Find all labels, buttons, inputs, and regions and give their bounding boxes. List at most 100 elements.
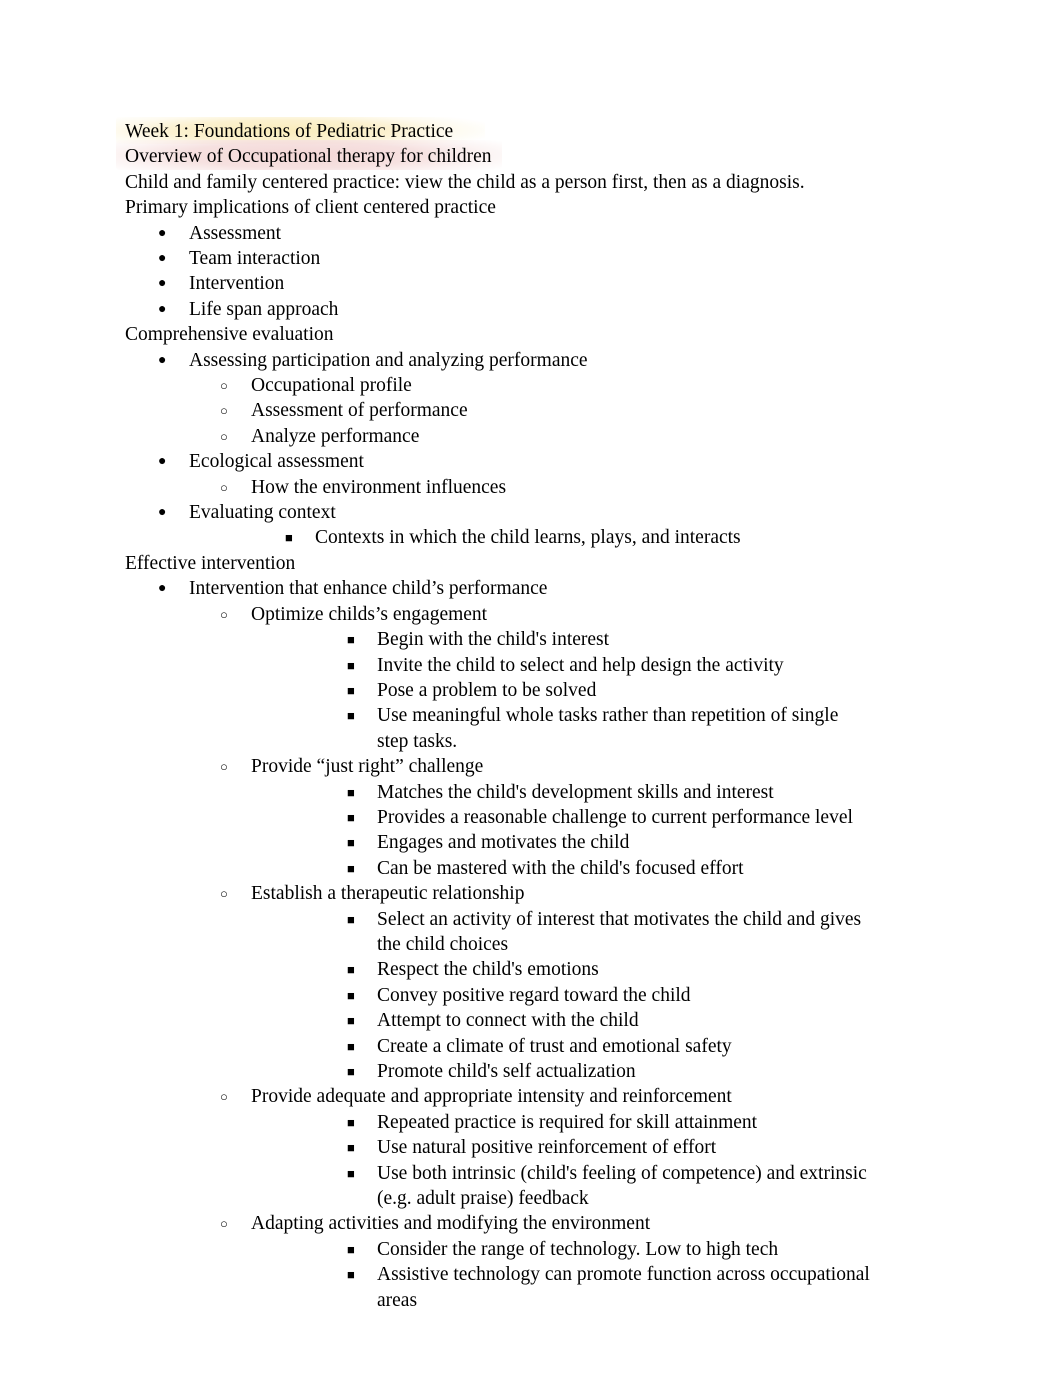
square-bullet-icon: ■ xyxy=(347,1013,355,1029)
comprehensive-evaluation-list: ● Assessing participation and analyzing … xyxy=(125,348,870,551)
list-item: ● Life span approach xyxy=(125,297,870,322)
list-item-label: Contexts in which the child learns, play… xyxy=(315,527,741,549)
circle-bullet-icon: ○ xyxy=(220,606,228,622)
list-item: ■ Matches the child's development skills… xyxy=(314,780,870,805)
list-item-label: Pose a problem to be solved xyxy=(377,679,597,701)
list-item: ○ Adapting activities and modifying the … xyxy=(188,1211,870,1313)
list-item: ■ Engages and motivates the child xyxy=(314,830,870,855)
disc-bullet-icon: ● xyxy=(158,276,167,292)
list-item-label: Can be mastered with the child's focused… xyxy=(377,857,744,879)
list-item: ○ Provide adequate and appropriate inten… xyxy=(188,1084,870,1211)
square-bullet-icon: ■ xyxy=(347,911,355,927)
list-item-label: Intervention xyxy=(189,273,285,295)
list-item: ■ Invite the child to select and help de… xyxy=(314,653,870,678)
list-item: ■ Create a climate of trust and emotiona… xyxy=(314,1034,870,1059)
list-item: ● Ecological assessment ○ How the enviro… xyxy=(125,449,870,500)
list-item-label: Provides a reasonable challenge to curre… xyxy=(377,806,853,828)
list-item: ■ Respect the child's emotions xyxy=(314,957,870,982)
list-item: ■ Contexts in which the child learns, pl… xyxy=(252,525,870,550)
list-item-label: How the environment influences xyxy=(251,476,507,498)
list-item-label: Repeated practice is required for skill … xyxy=(377,1111,758,1133)
list-item: ○ Assessment of performance xyxy=(188,398,870,423)
effective-intervention-list: ● Intervention that enhance child’s perf… xyxy=(125,576,870,1313)
list-item: ■ Can be mastered with the child's focus… xyxy=(314,856,870,881)
list-item-label: Assessing participation and analyzing pe… xyxy=(189,349,588,371)
list-item: ■ Use natural positive reinforcement of … xyxy=(314,1135,870,1160)
list-item: ○ Establish a therapeutic relationship ■… xyxy=(188,881,870,1084)
list-item: ■ Assistive technology can promote funct… xyxy=(314,1262,870,1313)
square-bullet-icon: ■ xyxy=(347,860,355,876)
list-item: ● Team interaction xyxy=(125,246,870,271)
implications-list: ● Assessment ● Team interaction ● Interv… xyxy=(125,221,870,323)
list-item: ■ Repeated practice is required for skil… xyxy=(314,1110,870,1135)
list-item: ○ Occupational profile xyxy=(188,373,870,398)
square-bullet-icon: ■ xyxy=(347,682,355,698)
square-bullet-icon: ■ xyxy=(347,809,355,825)
document-page: Week 1: Foundations of Pediatric Practic… xyxy=(0,0,1062,1377)
square-bullet-icon: ■ xyxy=(347,1064,355,1079)
circle-bullet-icon: ○ xyxy=(220,378,228,394)
list-item-label: Assistive technology can promote functio… xyxy=(377,1264,870,1311)
sub-list: ■ Repeated practice is required for skil… xyxy=(314,1110,870,1212)
list-item-label: Analyze performance xyxy=(251,425,420,447)
list-item-label: Team interaction xyxy=(189,248,321,269)
list-item-label: Assessment xyxy=(189,222,282,244)
list-item: ■ Use meaningful whole tasks rather than… xyxy=(314,703,870,754)
square-bullet-icon: ■ xyxy=(347,962,355,978)
square-bullet-icon: ■ xyxy=(347,1165,355,1181)
list-item-label: Convey positive regard toward the child xyxy=(377,984,691,1006)
sub-list: ○ How the environment influences xyxy=(188,475,870,500)
list-item: ■ Begin with the child's interest xyxy=(314,627,870,652)
circle-bullet-icon: ○ xyxy=(220,479,228,495)
list-item-label: Evaluating context xyxy=(189,502,336,524)
intervention-groups: ○ Optimize childs’s engagement ■ Begin w… xyxy=(188,602,870,1313)
list-item: ○ Provide “just right” challenge ■ Match… xyxy=(188,754,870,881)
list-item-label: Matches the child's development skills a… xyxy=(377,781,774,803)
list-item-label: Consider the range of technology. Low to… xyxy=(377,1238,779,1260)
list-item-label: Adapting activities and modifying the en… xyxy=(251,1213,651,1235)
list-item: ■ Attempt to connect with the child xyxy=(314,1008,870,1033)
square-bullet-icon: ■ xyxy=(347,708,355,724)
disc-bullet-icon: ● xyxy=(158,505,167,521)
square-bullet-icon: ■ xyxy=(347,835,355,851)
list-item-label: Invite the child to select and help desi… xyxy=(377,654,784,676)
square-bullet-icon: ■ xyxy=(347,632,355,648)
list-item-label: Provide “just right” challenge xyxy=(251,756,484,778)
list-item: ■ Provides a reasonable challenge to cur… xyxy=(314,805,870,830)
disc-bullet-icon: ● xyxy=(158,581,167,597)
document-body: Week 1: Foundations of Pediatric Practic… xyxy=(116,117,870,1313)
list-item-label: Select an activity of interest that moti… xyxy=(377,908,862,955)
list-item: ● Intervention xyxy=(125,271,870,296)
sub-list: ■ Consider the range of technology. Low … xyxy=(314,1237,870,1313)
list-item: ■ Consider the range of technology. Low … xyxy=(314,1237,870,1262)
list-item-label: Establish a therapeutic relationship xyxy=(251,883,525,905)
list-item: ○ Analyze performance xyxy=(188,424,870,449)
circle-bullet-icon: ○ xyxy=(220,1216,228,1232)
circle-bullet-icon: ○ xyxy=(220,886,228,902)
square-bullet-icon: ■ xyxy=(347,1267,355,1283)
heading-overview-text: Overview of Occupational therapy for chi… xyxy=(125,146,492,168)
section-heading-effective-intervention: Effective intervention xyxy=(125,552,296,574)
sub-list: ■ Select an activity of interest that mo… xyxy=(314,907,870,1085)
sub-list: ○ Occupational profile ○ Assessment of p… xyxy=(188,373,870,449)
disc-bullet-icon: ● xyxy=(158,454,167,470)
sub-list: ■ Matches the child's development skills… xyxy=(314,780,870,882)
list-item-label: Life span approach xyxy=(189,298,339,320)
list-item-label: Provide adequate and appropriate intensi… xyxy=(251,1086,732,1108)
disc-bullet-icon: ● xyxy=(158,251,167,266)
circle-bullet-icon: ○ xyxy=(220,1089,228,1105)
list-item-label: Use natural positive reinforcement of ef… xyxy=(377,1137,717,1159)
intro-paragraph: Child and family centered practice: view… xyxy=(125,171,805,219)
list-item-label: Use both intrinsic (child's feeling of c… xyxy=(377,1162,867,1210)
sub-list: ■ Contexts in which the child learns, pl… xyxy=(252,525,870,550)
square-bullet-icon: ■ xyxy=(347,1241,355,1257)
square-bullet-icon: ■ xyxy=(347,1140,355,1156)
heading-overview: Overview of Occupational therapy for chi… xyxy=(116,140,870,171)
list-item: ○ Optimize childs’s engagement ■ Begin w… xyxy=(188,602,870,754)
square-bullet-icon: ■ xyxy=(347,1038,355,1054)
list-item-label: Respect the child's emotions xyxy=(377,959,599,981)
square-bullet-icon: ■ xyxy=(347,657,355,673)
list-item-label: Optimize childs’s engagement xyxy=(251,603,488,625)
square-bullet-icon: ■ xyxy=(285,530,293,546)
list-item: ○ How the environment influences xyxy=(188,475,870,500)
